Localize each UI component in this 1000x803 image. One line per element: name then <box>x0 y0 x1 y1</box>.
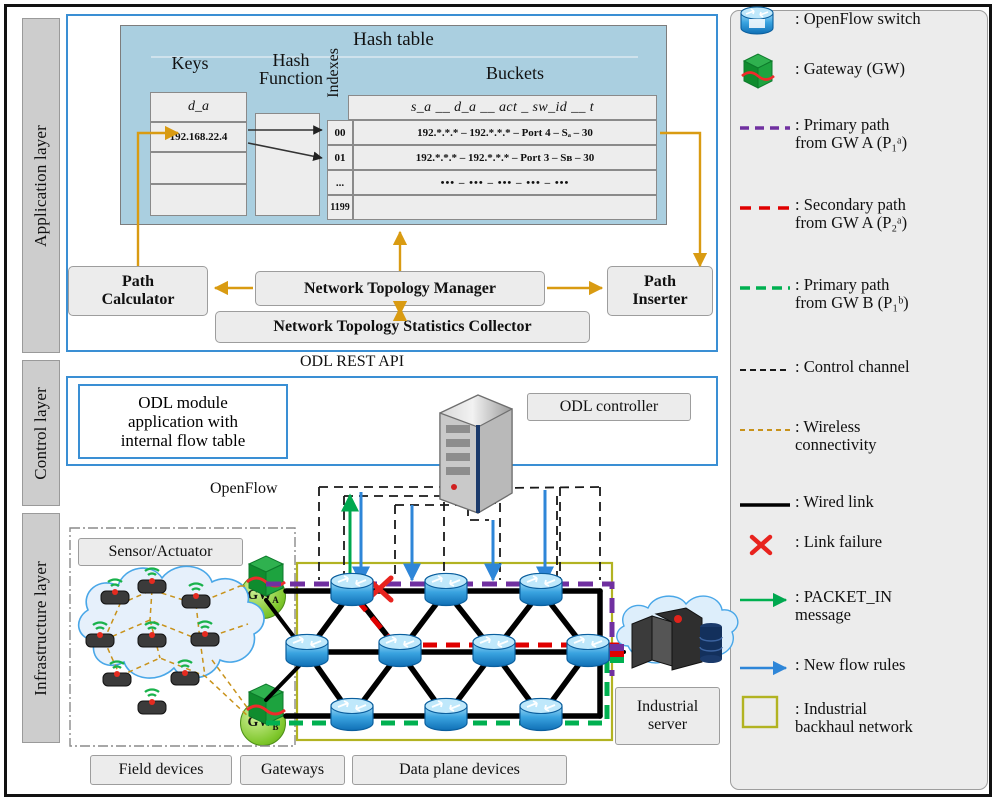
legend-item-label: : Link failure <box>795 532 883 551</box>
index-cell-00: 00 <box>327 120 353 145</box>
switch-label: SJ <box>581 645 595 664</box>
gateway-a-label: GWA <box>247 587 279 605</box>
bottom-tag-data-plane-devices: Data plane devices <box>352 755 567 785</box>
buckets-header-row: s_a __ d_a __ act _ sw_id __ t <box>348 95 657 120</box>
switch-node-sf[interactable]: SF <box>519 697 563 735</box>
gateway-a[interactable]: GWA <box>240 573 286 619</box>
switch-label: SA <box>344 584 360 603</box>
switch-node-sc[interactable]: SC <box>519 572 563 610</box>
legend-item-orange-dashed: : Wireless connectivity <box>795 417 985 455</box>
keys-table-empty-1 <box>150 152 247 184</box>
legend-item-green-arrow: : PACKET_IN message <box>795 587 985 625</box>
keys-table-header: d_a <box>150 92 247 122</box>
gateway-b[interactable]: GWB <box>240 700 286 746</box>
figure-root: Application layer Control layer Infrastr… <box>0 0 1000 803</box>
switch-node-si[interactable]: SI <box>472 633 516 671</box>
legend-item-red-cross: : Link failure <box>795 532 985 551</box>
legend-item-label: : Wireless connectivity <box>795 417 877 455</box>
path-inserter-module[interactable]: Path Inserter <box>607 266 713 316</box>
keys-label: Keys <box>171 53 209 73</box>
legend-item-label: : Primary path from GW A (P₁ᵃ) <box>795 115 908 153</box>
switch-node-se[interactable]: SE <box>424 697 468 735</box>
legend-item-openflow-switch: : OpenFlow switch <box>795 9 985 28</box>
path-calculator-module[interactable]: Path Calculator <box>68 266 208 316</box>
bottom-tag-gateways: Gateways <box>240 755 345 785</box>
gateway-b-label: GWB <box>247 714 279 732</box>
legend-item-label: : Industrial backhaul network <box>795 699 913 737</box>
switch-label: SF <box>533 709 549 728</box>
bucket-row-dots: ••• – ••• – ••• – ••• – ••• <box>353 170 657 195</box>
layer-tab-control: Control layer <box>22 360 60 506</box>
industrial-server-tag-text: Industrial server <box>636 697 699 733</box>
keys-table-empty-2 <box>150 184 247 216</box>
buckets-label: Buckets <box>486 63 544 83</box>
legend-item-label: : Wired link <box>795 492 874 511</box>
switch-label: SC <box>533 584 549 603</box>
layer-tab-infrastructure-label: Infrastructure layer <box>31 560 50 696</box>
hash-table-title: Hash table <box>353 29 434 50</box>
hash-function-box <box>255 113 320 216</box>
legend-item-label: : Secondary path from GW A (P₂ᵃ) <box>795 195 908 233</box>
bucket-row-01: 192.*.*.* – 192.*.*.* – Port 3 – Sʙ – 30 <box>353 145 657 170</box>
legend-item-black-dashed: : Control channel <box>795 357 985 376</box>
legend-item-label: : PACKET_IN message <box>795 587 893 625</box>
switch-label: SG <box>298 645 316 664</box>
index-cell-1199: 1199 <box>327 195 353 220</box>
indexes-label: Indexes <box>325 48 343 130</box>
bottom-tag-field-devices: Field devices <box>90 755 232 785</box>
layer-tab-infrastructure: Infrastructure layer <box>22 513 60 743</box>
switch-node-sd[interactable]: SD <box>330 697 374 735</box>
layer-tab-control-label: Control layer <box>31 386 50 480</box>
legend-item-olive-square: : Industrial backhaul network <box>795 699 985 737</box>
layer-tab-application-label: Application layer <box>31 124 50 247</box>
legend-item-label: : OpenFlow switch <box>795 9 921 28</box>
odl-controller-tag: ODL controller <box>527 393 691 421</box>
legend-item-label: : Gateway (GW) <box>795 59 905 78</box>
bucket-row-00: 192.*.*.* – 192.*.*.* – Port 4 – Sₐ – 30 <box>353 120 657 145</box>
legend-item-purple-dashed: : Primary path from GW A (P₁ᵃ) <box>795 115 985 153</box>
bucket-row-1199 <box>353 195 657 220</box>
statistics-collector-module[interactable]: Network Topology Statistics Collector <box>215 311 590 343</box>
keys-table-value: 192.168.22.4 <box>150 122 247 152</box>
openflow-label: OpenFlow <box>210 480 278 497</box>
switch-label: SB <box>438 584 454 603</box>
switch-node-sh[interactable]: SH <box>378 633 422 671</box>
legend-item-green-dashed: : Primary path from GW B (P₁ᵇ) <box>795 275 985 313</box>
legend-item-label: : Control channel <box>795 357 910 376</box>
buckets-header-text: s_a __ d_a __ act _ sw_id __ t <box>410 99 595 115</box>
switch-label: SE <box>438 709 454 728</box>
odl-module-box: ODL module application with internal flo… <box>78 384 288 459</box>
legend-item-red-dashed: : Secondary path from GW A (P₂ᵃ) <box>795 195 985 233</box>
legend-item-black-solid: : Wired link <box>795 492 985 511</box>
switch-node-sa[interactable]: SA <box>330 572 374 610</box>
odl-rest-api-label: ODL REST API <box>300 353 405 370</box>
industrial-server-tag: Industrial server <box>615 687 720 745</box>
odl-module-box-text: ODL module application with internal flo… <box>120 392 246 451</box>
legend-item-blue-arrow: : New flow rules <box>795 655 985 674</box>
layer-tab-application: Application layer <box>22 18 60 353</box>
switch-node-sb[interactable]: SB <box>424 572 468 610</box>
index-cell-dots: ... <box>327 170 353 195</box>
switch-label: SH <box>391 645 409 664</box>
switch-node-sj[interactable]: SJ <box>566 633 610 671</box>
index-cell-01: 01 <box>327 145 353 170</box>
network-topology-manager-module[interactable]: Network Topology Manager <box>255 271 545 306</box>
legend-item-label: : Primary path from GW B (P₁ᵇ) <box>795 275 909 313</box>
legend-item-label: : New flow rules <box>795 655 906 674</box>
indexes-label-text: Indexes <box>325 48 342 98</box>
switch-node-sg[interactable]: SG <box>285 633 329 671</box>
switch-label: SI <box>487 645 501 664</box>
legend-item-gateway: : Gateway (GW) <box>795 59 985 78</box>
switch-label: SD <box>344 709 360 728</box>
sensor-actuator-tag: Sensor/Actuator <box>78 538 243 566</box>
